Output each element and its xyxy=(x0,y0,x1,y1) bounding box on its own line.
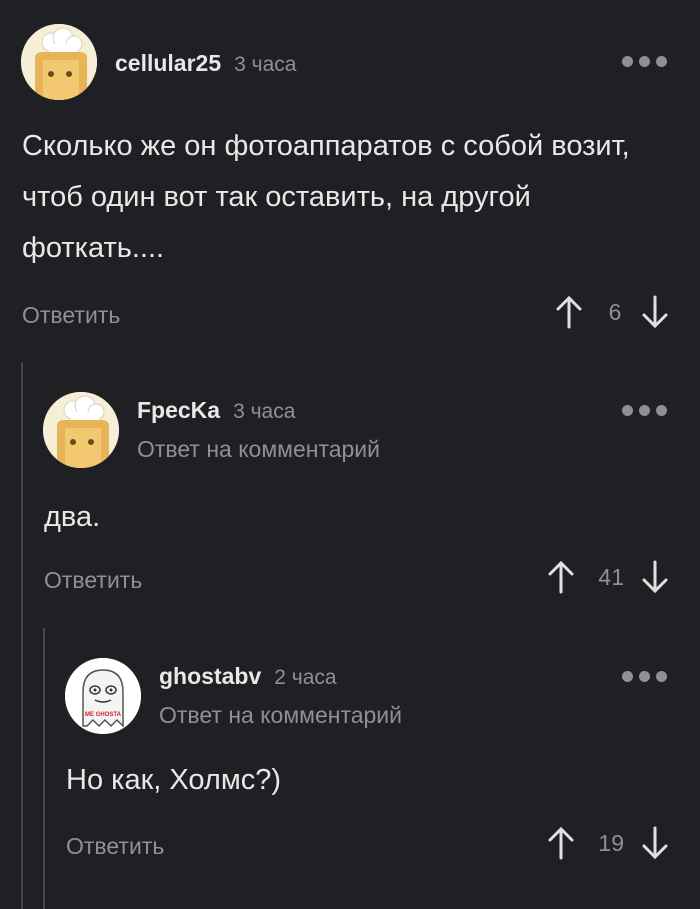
dot-icon xyxy=(622,671,633,682)
comment-text: Но как, Холмс?) xyxy=(66,764,282,796)
reply-to-link[interactable]: Ответ на комментарий xyxy=(159,702,402,729)
vote-controls: 6 xyxy=(554,295,670,329)
downvote-icon[interactable] xyxy=(640,560,670,594)
dot-icon xyxy=(622,405,633,416)
upvote-icon[interactable] xyxy=(546,560,576,594)
more-options-button[interactable] xyxy=(622,56,667,67)
more-options-button[interactable] xyxy=(622,671,667,682)
chef-toast-icon xyxy=(43,392,119,468)
username[interactable]: FpecKa xyxy=(137,397,220,424)
rating-count: 6 xyxy=(608,298,622,325)
dot-icon xyxy=(639,405,650,416)
reply-button[interactable]: Ответить xyxy=(44,567,142,594)
username[interactable]: cellular25 xyxy=(115,50,221,77)
upvote-icon[interactable] xyxy=(554,295,584,329)
comment-header: FpecKa 3 часа Ответ на комментарий xyxy=(43,392,380,468)
dot-icon xyxy=(639,671,650,682)
dot-icon xyxy=(656,56,667,67)
rating-count: 41 xyxy=(598,563,624,590)
avatar[interactable] xyxy=(43,392,119,468)
username[interactable]: ghostabv xyxy=(159,663,261,690)
comment-actions: Ответить 41 xyxy=(0,560,670,600)
comment-header: ME GHOSTA ghostabv 2 часа Ответ на комме… xyxy=(65,658,402,734)
downvote-icon[interactable] xyxy=(640,826,670,860)
dot-icon xyxy=(656,671,667,682)
timestamp: 2 часа xyxy=(274,666,337,689)
downvote-icon[interactable] xyxy=(640,295,670,329)
timestamp: 3 часа xyxy=(233,400,296,423)
avatar-caption: ME GHOSTA xyxy=(85,712,122,718)
avatar[interactable] xyxy=(21,24,97,100)
comment-text: Сколько же он фотоаппаратов с собой вози… xyxy=(22,130,630,264)
reply-button[interactable]: Ответить xyxy=(22,302,120,329)
rating-count: 19 xyxy=(598,829,624,856)
ghost-icon: ME GHOSTA xyxy=(65,658,141,734)
dot-icon xyxy=(622,56,633,67)
comment-text: два. xyxy=(44,501,101,533)
dot-icon xyxy=(656,405,667,416)
comment-actions: Ответить 6 xyxy=(0,295,670,335)
avatar[interactable]: ME GHOSTA xyxy=(65,658,141,734)
vote-controls: 41 xyxy=(546,560,670,594)
comment-header: cellular25 3 часа xyxy=(21,24,296,100)
reply-button[interactable]: Ответить xyxy=(66,833,164,860)
dot-icon xyxy=(639,56,650,67)
thread-line xyxy=(43,628,45,909)
reply-to-link[interactable]: Ответ на комментарий xyxy=(137,436,380,463)
timestamp: 3 часа xyxy=(234,53,297,76)
upvote-icon[interactable] xyxy=(546,826,576,860)
comment-actions: Ответить 19 xyxy=(0,826,670,866)
more-options-button[interactable] xyxy=(622,405,667,416)
vote-controls: 19 xyxy=(546,826,670,860)
chef-toast-icon xyxy=(21,24,97,100)
